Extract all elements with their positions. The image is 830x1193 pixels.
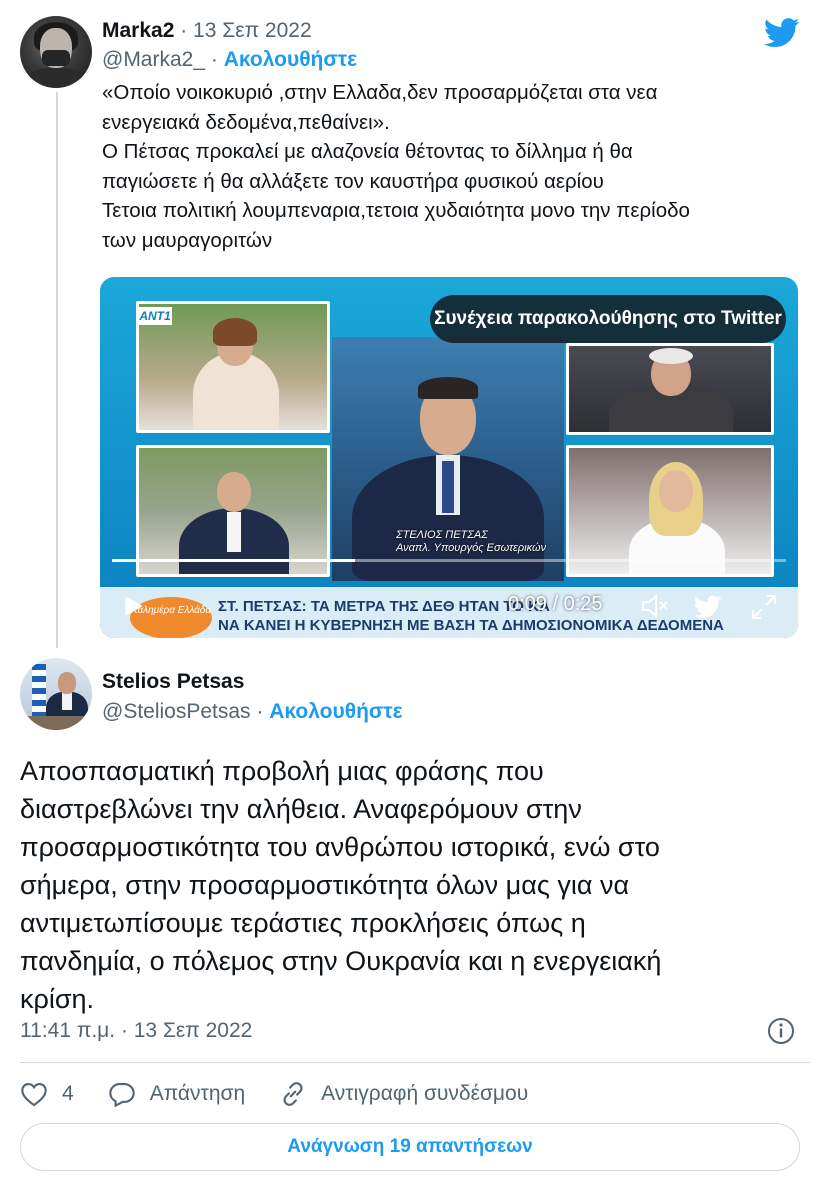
tweet-timestamp[interactable]: 11:41 π.μ. · 13 Σεπ 2022 — [20, 1019, 252, 1043]
quoted-tweet-text: «Οποίο νοικοκυριό ,στην Ελλαδα,δεν προσα… — [102, 78, 802, 255]
main-text-line: προσαρμοστικότητα του ανθρώπου ιστορικά,… — [20, 832, 660, 862]
quoted-text-line: Τετοια πολιτική λουμπεναρια,τετοια χυδαι… — [102, 199, 690, 222]
twitter-bird-icon[interactable] — [694, 595, 722, 619]
video-panel-top-right — [566, 343, 774, 435]
quoted-avatar[interactable] — [20, 16, 92, 88]
caption-role: Αναπλ. Υπουργός Εσωτερικών — [396, 542, 547, 554]
video-caption: ΣΤΕΛΙΟΣ ΠΕΤΣΑΣ Αναπλ. Υπουργός Εσωτερικώ… — [396, 529, 566, 555]
copy-link-label: Αντιγραφή συνδέσμου — [321, 1082, 529, 1105]
main-avatar[interactable] — [20, 658, 92, 730]
main-text-line: αντιμετωπίσουμε τεράστιες προκλήσεις όπω… — [20, 908, 586, 938]
main-text-line: πανδημία, ο πόλεμος στην Ουκρανία και η … — [20, 946, 662, 976]
video-progress-track[interactable] — [112, 559, 786, 562]
read-replies-button[interactable]: Ανάγνωση 19 απαντήσεων — [20, 1123, 800, 1171]
reply-label: Απάντηση — [149, 1082, 246, 1105]
twitter-bird-icon[interactable] — [764, 18, 800, 48]
quoted-author-name[interactable]: Marka2 — [102, 19, 174, 42]
main-separator: · — [256, 700, 264, 723]
main-text-line: Αποσπασματική προβολή μιας φράσης που — [20, 756, 544, 786]
quoted-text-line: ενεργειακά δεδομένα,πεθαίνει». — [102, 110, 390, 134]
like-button[interactable]: 4 — [20, 1081, 74, 1107]
quoted-separator: · — [210, 48, 218, 71]
main-handle-row: @SteliosPetsas · Ακολουθήστε — [102, 700, 403, 724]
tweet-actions: 4 Απάντηση Αντιγραφή συνδέσμου — [20, 1078, 562, 1110]
quoted-text-line: Ο Πέτσας προκαλεί με αλαζονεία θέτοντας … — [102, 140, 633, 163]
video-panel-bottom-right — [566, 445, 774, 577]
expand-icon[interactable] — [750, 593, 778, 621]
main-text-line: διαστρεβλώνει την αλήθεια. Αναφερόμουν σ… — [20, 794, 582, 824]
caption-name: ΣΤΕΛΙΟΣ ΠΕΤΣΑΣ — [396, 529, 488, 541]
info-icon[interactable] — [766, 1016, 796, 1046]
video-progress-fill — [112, 559, 355, 562]
reply-button[interactable]: Απάντηση — [108, 1081, 245, 1107]
volume-icon[interactable] — [640, 593, 670, 619]
play-icon[interactable] — [120, 593, 146, 619]
copy-link-button[interactable]: Αντιγραφή συνδέσμου — [279, 1080, 528, 1108]
quoted-date[interactable]: · 13 Σεπ 2022 — [180, 19, 311, 42]
heart-icon — [21, 1083, 47, 1107]
quoted-text-line: των μαυραγοριτών — [102, 228, 273, 252]
channel-logo: ANT1 — [138, 307, 172, 325]
main-text-line: κρίση. — [20, 984, 95, 1014]
reply-icon — [108, 1083, 135, 1107]
main-handle[interactable]: @SteliosPetsas — [102, 700, 251, 723]
like-count: 4 — [62, 1082, 74, 1105]
thread-line — [56, 92, 58, 648]
main-follow-link[interactable]: Ακολουθήστε — [269, 700, 402, 723]
video-player[interactable]: ANT1 ΣΤΕΛΙΟΣ ΠΕΤΣΑΣ Αναπλ. Υπουργός Εσωτ… — [100, 277, 798, 638]
main-text-line: σήμερα, στην προσαρμοστικότητα όλων μας … — [20, 870, 630, 900]
quoted-handle-row: @Marka2_ · Ακολουθήστε — [102, 48, 357, 72]
quoted-text-line: παγιώσετε ή θα αλλάξετε τον καυστήρα φυσ… — [102, 169, 604, 193]
continue-on-twitter-banner[interactable]: Συνέχεια παρακολούθησης στο Twitter — [430, 295, 786, 343]
quoted-follow-link[interactable]: Ακολουθήστε — [224, 48, 357, 71]
main-tweet-text: Αποσπασματική προβολή μιας φράσης που δι… — [20, 752, 810, 1018]
link-icon — [283, 1082, 303, 1106]
main-author-name[interactable]: Stelios Petsas — [102, 670, 244, 694]
video-time: 0:09 / 0:25 — [508, 593, 603, 615]
quoted-author-row: Marka2 · 13 Σεπ 2022 — [102, 19, 312, 43]
quoted-text-line: «Οποίο νοικοκυριό ,στην Ελλαδα,δεν προσα… — [102, 81, 658, 104]
video-panel-bottom-left — [136, 445, 330, 577]
divider — [20, 1062, 810, 1063]
quoted-handle[interactable]: @Marka2_ — [102, 48, 205, 71]
